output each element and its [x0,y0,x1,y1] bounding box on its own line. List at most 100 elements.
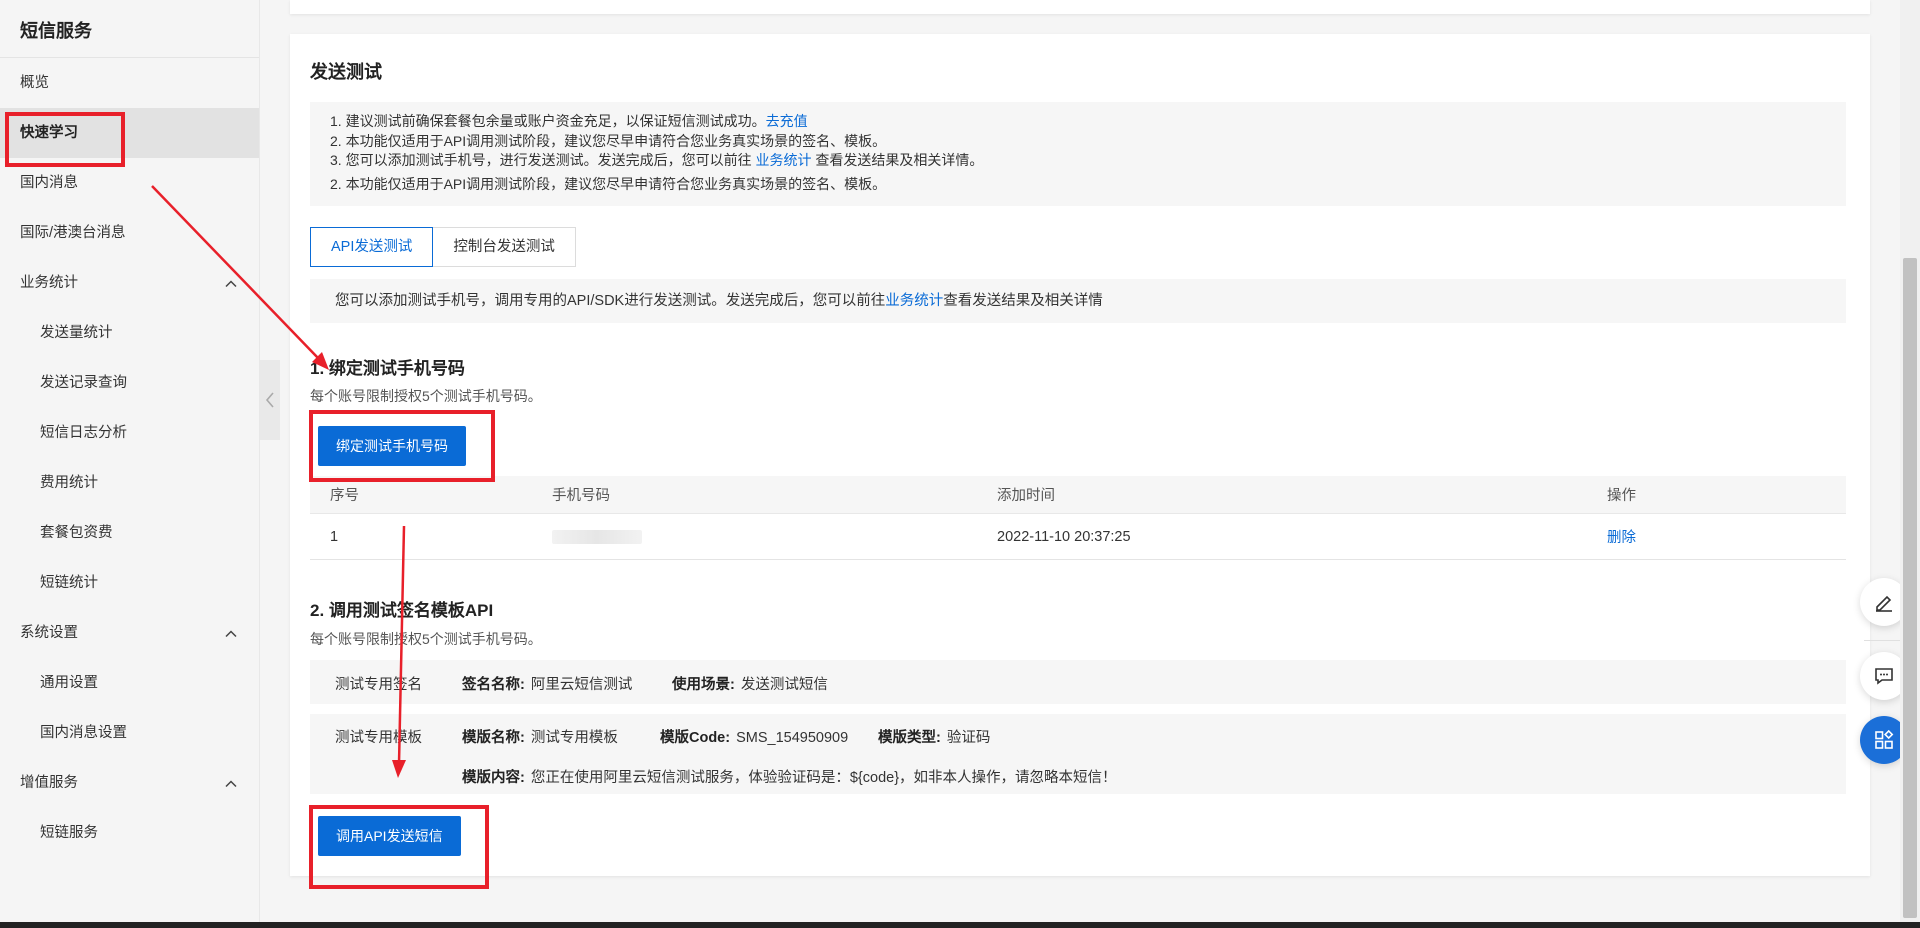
previous-card [290,0,1870,14]
notice-text: 查看发送结果及相关详情。 [815,152,984,168]
sidebar-item-label: 概览 [20,75,49,91]
sidebar-item-label: 发送量统计 [40,325,113,341]
section2-subtitle: 每个账号限制授权5个测试手机号码。 [310,631,542,647]
sidebar-item-international-messages[interactable]: 国际/港澳台消息 [0,208,259,258]
sidebar-item-general-settings[interactable]: 通用设置 [0,658,259,708]
notice-box: 1. 建议测试前确保套餐包余量或账户资金充足，以保证短信测试成功。去充值 2. … [310,102,1846,206]
sidebar-item-label: 通用设置 [40,675,98,691]
tab-api-send-test[interactable]: API发送测试 [310,227,434,267]
sidebar-item-domestic-settings[interactable]: 国内消息设置 [0,708,259,758]
apps-icon [1875,729,1894,749]
col-header-index: 序号 [330,488,359,504]
field-value: SMS_154950909 [736,730,849,746]
business-stats-link[interactable]: 业务统计 [885,293,943,309]
signature-scene: 使用场景: 发送测试短信 [672,673,828,694]
chevron-up-icon [223,608,239,658]
notice-line: 1. 建议测试前确保套餐包余量或账户资金充足，以保证短信测试成功。去充值 [330,112,1826,132]
cell-phone [552,529,997,545]
sidebar-item-cost-stats[interactable]: 费用统计 [0,458,259,508]
notice-text: 1. 建议测试前确保套餐包余量或账户资金充足，以保证短信测试成功。 [330,113,766,129]
notice-line: 2. 本功能仅适用于API调用测试阶段，建议您尽早申请符合您业务真实场景的签名、… [330,175,887,192]
page-title: 发送测试 [310,62,382,82]
call-api-send-sms-button[interactable]: 调用API发送短信 [318,816,461,856]
template-label: 测试专用模板 [335,730,422,746]
sidebar-item-domestic-messages[interactable]: 国内消息 [0,158,259,208]
sidebar-item-package-pricing[interactable]: 套餐包资费 [0,508,259,558]
field-value: 测试专用模板 [530,730,618,746]
sidebar-item-label: 业务统计 [20,275,78,291]
field-key: 使用场景: [672,677,735,693]
info-text: 您可以添加测试手机号，调用专用的API/SDK进行发送测试。发送完成后，您可以前… [335,293,886,309]
section1-subtitle: 每个账号限制授权5个测试手机号码。 [310,388,542,404]
col-header-action: 操作 [1607,488,1636,504]
notice-line: 2. 本功能仅适用于API调用测试阶段，建议您尽早申请符合您业务真实场景的签名、… [330,132,887,149]
cell-action: 删除 [1607,526,1846,547]
chevron-up-icon [223,758,239,808]
notice-text: 3. 您可以添加测试手机号，进行发送测试。发送完成后，您可以前往 [330,152,752,168]
sidebar-item-label: 增值服务 [20,775,78,791]
template-code: 模版Code: SMS_154950909 [660,726,848,747]
recharge-link[interactable]: 去充值 [766,113,808,129]
sidebar-group-business-stats[interactable]: 业务统计 [0,258,259,308]
chat-icon [1875,668,1893,685]
page-scrollbar-thumb[interactable] [1903,258,1917,918]
table-row: 1 2022-11-10 20:37:25 删除 [310,514,1846,560]
test-tabs: API发送测试 控制台发送测试 [310,227,576,267]
tab-console-send-test[interactable]: 控制台发送测试 [433,227,576,267]
main-content: 发送测试 1. 建议测试前确保套餐包余量或账户资金充足，以保证短信测试成功。去充… [280,0,1900,928]
bind-test-phone-button[interactable]: 绑定测试手机号码 [318,426,466,466]
sidebar-item-label: 费用统计 [40,475,98,491]
table-header: 序号 手机号码 添加时间 操作 [310,476,1846,514]
field-key: 模版Code: [660,730,731,746]
test-template-box: 测试专用模板 模版名称: 测试专用模板 模版Code: SMS_154950909 … [310,714,1846,794]
info-text: 查看发送结果及相关详情 [943,293,1103,309]
field-key: 模版名称: [462,730,525,746]
field-value: 发送测试短信 [740,677,828,693]
sidebar-item-label: 发送记录查询 [40,375,127,391]
sidebar-item-label: 国内消息设置 [40,725,127,741]
sidebar-item-sms-log-analysis[interactable]: 短信日志分析 [0,408,259,458]
delete-link[interactable]: 删除 [1607,530,1636,546]
sidebar-item-label: 国际/港澳台消息 [20,225,126,241]
template-name: 模版名称: 测试专用模板 [462,726,618,747]
test-phone-table: 序号 手机号码 添加时间 操作 1 2022-11-10 20:37:25 删除 [310,476,1846,560]
masked-phone-number [552,529,642,544]
sidebar: 短信服务 概览 快速学习 国内消息 国际/港澳台消息 业务统计 发送量统计 发送… [0,0,260,928]
sidebar-group-value-added[interactable]: 增值服务 [0,758,259,808]
cell-index: 1 [330,528,339,545]
sidebar-item-label: 系统设置 [20,625,78,641]
sidebar-item-quick-learn[interactable]: 快速学习 [0,108,259,158]
sidebar-item-overview[interactable]: 概览 [0,58,259,108]
col-header-phone: 手机号码 [552,488,610,504]
sidebar-item-short-link-stats[interactable]: 短链统计 [0,558,259,608]
sidebar-group-system-settings[interactable]: 系统设置 [0,608,259,658]
business-stats-link[interactable]: 业务统计 [755,152,811,168]
bottom-edge [0,922,1920,928]
sidebar-collapse-button[interactable] [260,360,280,440]
send-test-card: 发送测试 1. 建议测试前确保套餐包余量或账户资金充足，以保证短信测试成功。去充… [290,34,1870,876]
notice-line: 3. 您可以添加测试手机号，进行发送测试。发送完成后，您可以前往 业务统计 查看… [330,151,1826,171]
sidebar-title: 短信服务 [0,0,259,58]
signature-label: 测试专用签名 [335,677,422,693]
edit-icon [1876,595,1892,612]
sidebar-item-short-link-service[interactable]: 短链服务 [0,808,259,858]
field-value: 您正在使用阿里云短信测试服务，体验验证码是：${code}，如非本人操作，请忽略… [530,770,1117,786]
sidebar-item-label: 国内消息 [20,175,78,191]
sidebar-item-send-volume[interactable]: 发送量统计 [0,308,259,358]
sidebar-item-label: 快速学习 [20,125,78,141]
test-signature-box: 测试专用签名 签名名称: 阿里云短信测试 使用场景: 发送测试短信 [310,660,1846,704]
info-bar: 您可以添加测试手机号，调用专用的API/SDK进行发送测试。发送完成后，您可以前… [310,279,1846,323]
sidebar-item-label: 套餐包资费 [40,525,113,541]
sidebar-item-label: 短链统计 [40,575,98,591]
field-key: 签名名称: [462,677,525,693]
sidebar-item-label: 短链服务 [40,825,98,841]
template-type: 模版类型: 验证码 [878,726,990,747]
sidebar-item-send-records[interactable]: 发送记录查询 [0,358,259,408]
cell-time: 2022-11-10 20:37:25 [997,528,1131,545]
section2-title: 2. 调用测试签名模板API [310,601,494,620]
field-key: 模版类型: [878,730,941,746]
sidebar-item-label: 短信日志分析 [40,425,127,441]
chevron-left-icon [265,392,274,408]
col-header-time: 添加时间 [997,488,1055,504]
template-content: 模版内容: 您正在使用阿里云短信测试服务，体验验证码是：${code}，如非本人操… [462,766,1117,787]
